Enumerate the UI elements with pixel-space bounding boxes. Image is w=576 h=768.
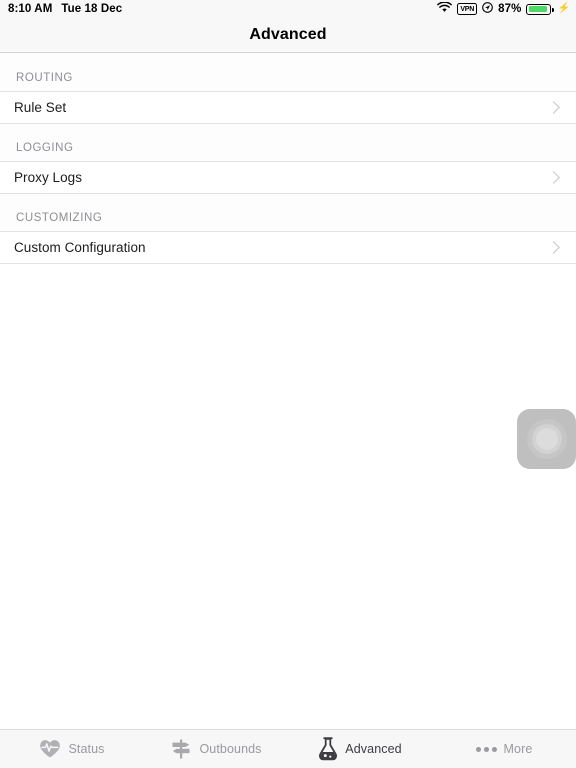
lightning-bolt-icon: ⚡ — [557, 3, 570, 14]
section-header-routing: ROUTING — [0, 53, 576, 91]
tab-bar: Status Outbounds Advanced More — [0, 729, 576, 768]
tab-outbounds[interactable]: Outbounds — [144, 730, 288, 768]
assistive-touch-ring-inner — [531, 424, 562, 454]
row-label-custom-configuration: Custom Configuration — [14, 240, 146, 255]
row-label-rule-set: Rule Set — [14, 100, 67, 115]
section-header-logging: LOGGING — [0, 124, 576, 161]
tab-label-advanced: Advanced — [345, 742, 402, 756]
status-bar: 8:10 AM Tue 18 Dec VPN 87% ⚡ — [0, 0, 576, 18]
row-rule-set[interactable]: Rule Set — [0, 91, 576, 124]
battery-percent-label: 87% — [498, 3, 522, 15]
assistive-touch-core — [535, 428, 558, 450]
assistive-touch-ring-outer — [526, 419, 567, 459]
vpn-badge: VPN — [457, 3, 478, 15]
ellipsis-dot — [483, 746, 489, 752]
status-bar-date: Tue 18 Dec — [61, 3, 123, 15]
row-label-proxy-logs: Proxy Logs — [14, 170, 83, 185]
tab-label-status: Status — [68, 742, 105, 756]
app-root: 8:10 AM Tue 18 Dec VPN 87% ⚡ Advanced RO… — [0, 0, 576, 768]
ellipsis-dot — [475, 746, 481, 752]
section-routing: ROUTING Rule Set — [0, 53, 576, 124]
tab-more[interactable]: More — [432, 730, 576, 768]
wifi-icon — [437, 1, 453, 16]
flask-icon — [318, 737, 338, 761]
navigation-bar: Advanced — [0, 18, 576, 53]
section-customizing: CUSTOMIZING Custom Configuration — [0, 194, 576, 264]
signpost-icon — [170, 738, 192, 760]
tab-label-more: More — [503, 742, 533, 756]
location-arrow-icon — [482, 2, 493, 16]
tab-advanced[interactable]: Advanced — [288, 730, 432, 768]
row-proxy-logs[interactable]: Proxy Logs — [0, 161, 576, 194]
section-header-customizing: CUSTOMIZING — [0, 194, 576, 231]
tab-status[interactable]: Status — [0, 730, 144, 768]
ellipsis-dot — [491, 746, 497, 752]
page-title: Advanced — [249, 26, 327, 43]
heart-pulse-icon — [39, 739, 61, 759]
status-bar-clock: 8:10 AM — [8, 3, 53, 15]
chevron-right-icon — [547, 241, 560, 254]
section-logging: LOGGING Proxy Logs — [0, 124, 576, 194]
chevron-right-icon — [547, 171, 560, 184]
ellipsis-icon — [475, 746, 497, 752]
settings-table: ROUTING Rule Set LOGGING Proxy Logs CUST… — [0, 53, 576, 729]
status-bar-left: 8:10 AM Tue 18 Dec — [8, 3, 122, 15]
battery-fill — [528, 5, 547, 13]
tab-label-outbounds: Outbounds — [199, 742, 262, 756]
row-custom-configuration[interactable]: Custom Configuration — [0, 231, 576, 264]
status-bar-right: VPN 87% ⚡ — [437, 1, 570, 16]
battery-icon — [526, 3, 554, 15]
chevron-right-icon — [547, 101, 560, 114]
assistive-touch-button[interactable] — [517, 409, 576, 469]
